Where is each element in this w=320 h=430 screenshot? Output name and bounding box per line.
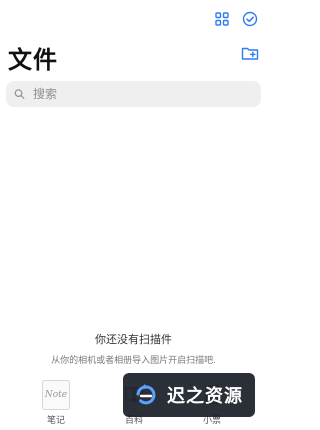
search-bar[interactable] [6, 81, 261, 107]
top-actions [213, 10, 259, 28]
select-button[interactable] [241, 10, 259, 28]
logo-icon [136, 384, 156, 405]
new-folder-button[interactable] [241, 45, 259, 61]
check-circle-icon [242, 11, 258, 27]
note-thumb-icon: Note [42, 380, 70, 410]
new-folder-icon [241, 47, 259, 60]
toolbar-item-notes[interactable]: Note 笔记 [26, 380, 86, 426]
grid-icon [215, 12, 229, 26]
empty-state: 你还没有扫描件 从你的相机或者相册导入图片开启扫描吧. [0, 331, 267, 366]
note-thumb-text: Note [44, 390, 68, 400]
grid-view-button[interactable] [213, 10, 231, 28]
watermark-text: 迟之资源 [167, 386, 243, 407]
empty-subtitle: 从你的相机或者相册导入图片开启扫描吧. [51, 356, 216, 366]
screen: 文件 你还没有扫描件 从你的相机或者相册导入图片开启扫描吧. Note 笔记 [0, 0, 267, 430]
search-input[interactable] [30, 86, 253, 102]
note-thumb: Note [42, 380, 70, 410]
watermark-overlay: 迟之资源 [123, 373, 255, 417]
search-icon [14, 89, 25, 99]
page-title: 文件 [8, 46, 58, 74]
empty-title: 你还没有扫描件 [95, 333, 172, 346]
toolbar-label-notes: 笔记 [46, 416, 65, 426]
